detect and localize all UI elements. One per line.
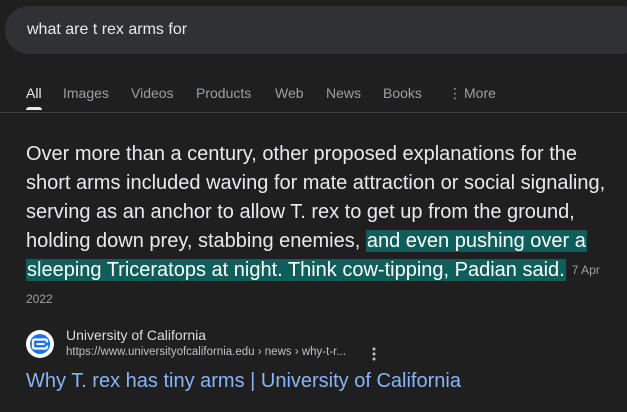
result-title-link[interactable]: Why T. rex has tiny arms | University of… xyxy=(26,370,461,393)
result-url: https://www.universityofcalifornia.edu ›… xyxy=(66,346,346,358)
tab-images[interactable]: Images xyxy=(63,85,109,101)
featured-snippet: Over more than a century, other proposed… xyxy=(26,140,616,314)
university-of-california-logo-icon xyxy=(26,330,54,358)
result-site-name: University of California xyxy=(66,327,207,343)
search-input[interactable]: what are t rex arms for xyxy=(27,21,187,39)
tab-web[interactable]: Web xyxy=(275,85,304,101)
search-tabs: All Images Videos Products Web News Book… xyxy=(0,80,627,110)
tab-books[interactable]: Books xyxy=(383,85,422,101)
tab-videos[interactable]: Videos xyxy=(131,85,174,101)
tabs-divider xyxy=(0,112,627,113)
result-source[interactable]: University of California https://www.uni… xyxy=(26,327,606,363)
more-vert-icon: ⋮ xyxy=(448,85,462,101)
more-vert-icon[interactable] xyxy=(370,346,378,362)
search-box[interactable]: what are t rex arms for xyxy=(5,6,627,54)
tab-all[interactable]: All xyxy=(26,85,42,101)
active-tab-indicator xyxy=(26,107,42,110)
tab-products[interactable]: Products xyxy=(196,85,251,101)
tab-more-label: More xyxy=(464,85,496,101)
top-bar: what are t rex arms for xyxy=(0,0,627,62)
tab-more[interactable]: ⋮ More xyxy=(448,85,496,102)
tab-news[interactable]: News xyxy=(326,85,361,101)
